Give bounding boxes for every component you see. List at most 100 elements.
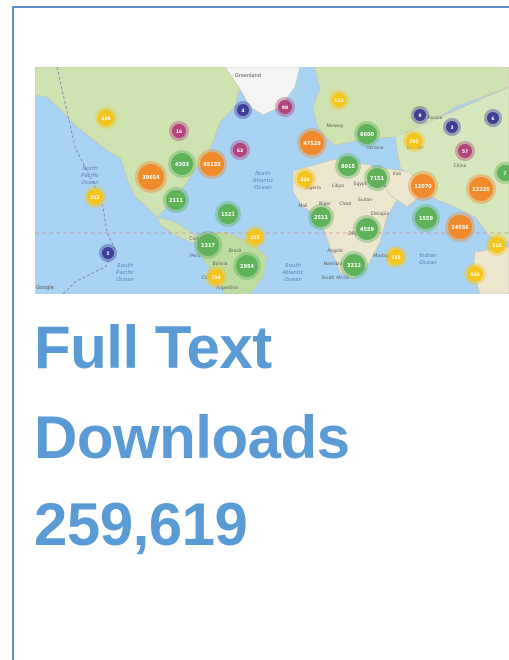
cluster-marker[interactable]: 5 (99, 244, 117, 262)
cluster-marker[interactable]: 3 (443, 118, 461, 136)
cluster-count: 1521 (221, 212, 235, 218)
map-label-sao1: South (285, 263, 301, 269)
cluster-marker[interactable]: 4559 (353, 215, 381, 243)
map-label-namibia: Namibia (324, 261, 343, 267)
cluster-count: 3212 (347, 263, 361, 269)
cluster-marker[interactable]: 114 (486, 234, 508, 256)
cluster-count: 85135 (203, 162, 221, 168)
cluster-count: 7 (503, 171, 506, 177)
cluster-count: 47529 (303, 141, 321, 147)
map-label-nao3: Ocean (254, 185, 272, 191)
map-label-spo1: South (117, 263, 133, 269)
map-label-nao1: North (255, 171, 271, 177)
cluster-marker[interactable]: 85135 (197, 149, 227, 179)
cluster-count: 3 (450, 125, 453, 131)
cluster-count: 2511 (314, 215, 328, 221)
cluster-count: 325 (391, 255, 400, 261)
cluster-marker[interactable]: 7151 (364, 165, 390, 191)
download-count: 259,619 (34, 491, 248, 558)
cluster-count: 235 (409, 139, 418, 145)
cluster-marker[interactable]: 330 (464, 263, 486, 285)
cluster-count: 8015 (341, 164, 355, 170)
cluster-count: 113 (334, 98, 343, 104)
cluster-marker[interactable]: 324 (294, 168, 316, 190)
map-label-nao2: Atlantic (251, 178, 273, 184)
cluster-marker[interactable]: 39654 (135, 161, 167, 193)
map-svg: GreenlandNorthPacificOceanNorthAtlanticO… (35, 67, 509, 294)
cluster-marker[interactable]: 63 (230, 140, 250, 160)
cluster-count: 4559 (360, 227, 374, 233)
map-label-russia: Russia (428, 115, 443, 121)
cluster-count: 4303 (175, 162, 189, 168)
cluster-marker[interactable]: 2511 (308, 204, 334, 230)
cluster-count: 7151 (370, 176, 384, 182)
cluster-marker[interactable]: 12220 (466, 174, 496, 204)
cluster-count: 57 (462, 149, 468, 155)
cluster-count: 14556 (451, 225, 469, 231)
cluster-count: 212 (90, 195, 99, 201)
map-label-southafrica: South Africa (321, 275, 349, 281)
cluster-marker[interactable]: 6 (484, 109, 502, 127)
cluster-marker[interactable]: 3212 (340, 251, 368, 279)
cluster-marker[interactable]: 750 (205, 266, 227, 288)
map-label-mali: Mali (298, 203, 307, 209)
cluster-count: 4 (241, 108, 244, 114)
cluster-marker[interactable]: 1317 (194, 231, 222, 259)
cluster-count: 98 (282, 105, 288, 111)
cluster-marker[interactable]: 16 (169, 121, 189, 141)
cluster-marker[interactable]: 2111 (163, 187, 189, 213)
cluster-marker[interactable]: 57 (455, 141, 475, 161)
cluster-marker[interactable]: 1559 (412, 204, 440, 232)
cluster-count: 12070 (414, 184, 432, 190)
map-label-io1: Indian (420, 253, 437, 259)
map-label-google: Google (36, 285, 54, 291)
map-label-angola: Angola (327, 248, 343, 254)
cluster-marker[interactable]: 113 (329, 90, 349, 110)
cluster-count: 115 (250, 235, 259, 241)
cluster-count: 750 (211, 275, 220, 281)
map-label-brazil: Brazil (229, 248, 242, 254)
map-label-npo3: Ocean (81, 180, 99, 186)
cluster-marker[interactable]: 8015 (335, 153, 361, 179)
cluster-count: 2954 (240, 264, 254, 270)
map-label-chad: Chad (339, 201, 351, 207)
cluster-marker[interactable]: 98 (275, 97, 295, 117)
cluster-marker[interactable]: 47529 (297, 128, 327, 158)
cluster-count: 63 (237, 148, 243, 154)
cluster-marker[interactable]: 115 (244, 226, 266, 248)
map-label-sao2: Atlantic (281, 270, 303, 276)
cluster-count: 6 (491, 116, 494, 122)
cluster-marker[interactable]: 1521 (215, 201, 241, 227)
cluster-marker[interactable]: 325 (385, 246, 407, 268)
map-label-spo2: Pacific (116, 270, 134, 276)
cluster-count: 324 (300, 177, 309, 183)
cluster-marker[interactable]: 212 (84, 186, 106, 208)
cluster-marker[interactable]: 12070 (408, 171, 438, 201)
cluster-count: 139 (101, 116, 110, 122)
cluster-marker[interactable]: 6600 (354, 121, 380, 147)
cluster-count: 1559 (419, 216, 433, 222)
cluster-marker[interactable]: 235 (403, 130, 425, 152)
cluster-count: 330 (470, 272, 479, 278)
cluster-count: 5 (106, 251, 109, 257)
map-label-norway: Norway (326, 123, 343, 129)
map-label-npo2: Pacific (81, 173, 99, 179)
headline-full-text: Full Text (34, 314, 272, 381)
cluster-count: 114 (492, 243, 501, 249)
cluster-marker[interactable]: 14556 (445, 212, 475, 242)
map-label-spo3: Ocean (116, 277, 134, 283)
cluster-marker[interactable]: 2954 (233, 252, 261, 280)
map-label-libya: Libya (332, 183, 344, 189)
headline-downloads: Downloads (34, 404, 350, 471)
map-label-sao3: Ocean (284, 277, 302, 283)
cluster-count: 2111 (169, 198, 183, 204)
cluster-count: 9 (418, 113, 421, 119)
cluster-marker[interactable]: 9 (411, 106, 429, 124)
cluster-marker[interactable]: 139 (95, 107, 117, 129)
cluster-marker[interactable]: 4303 (168, 150, 196, 178)
world-downloads-map[interactable]: Greenland North Pacific Ocean North Atlantic O… (35, 67, 509, 294)
cluster-marker[interactable]: 4 (234, 101, 252, 119)
map-label-ethiopia: Ethiopia (371, 211, 390, 217)
map-label-china: China (454, 163, 467, 169)
map-label-io2: Ocean (419, 260, 437, 266)
